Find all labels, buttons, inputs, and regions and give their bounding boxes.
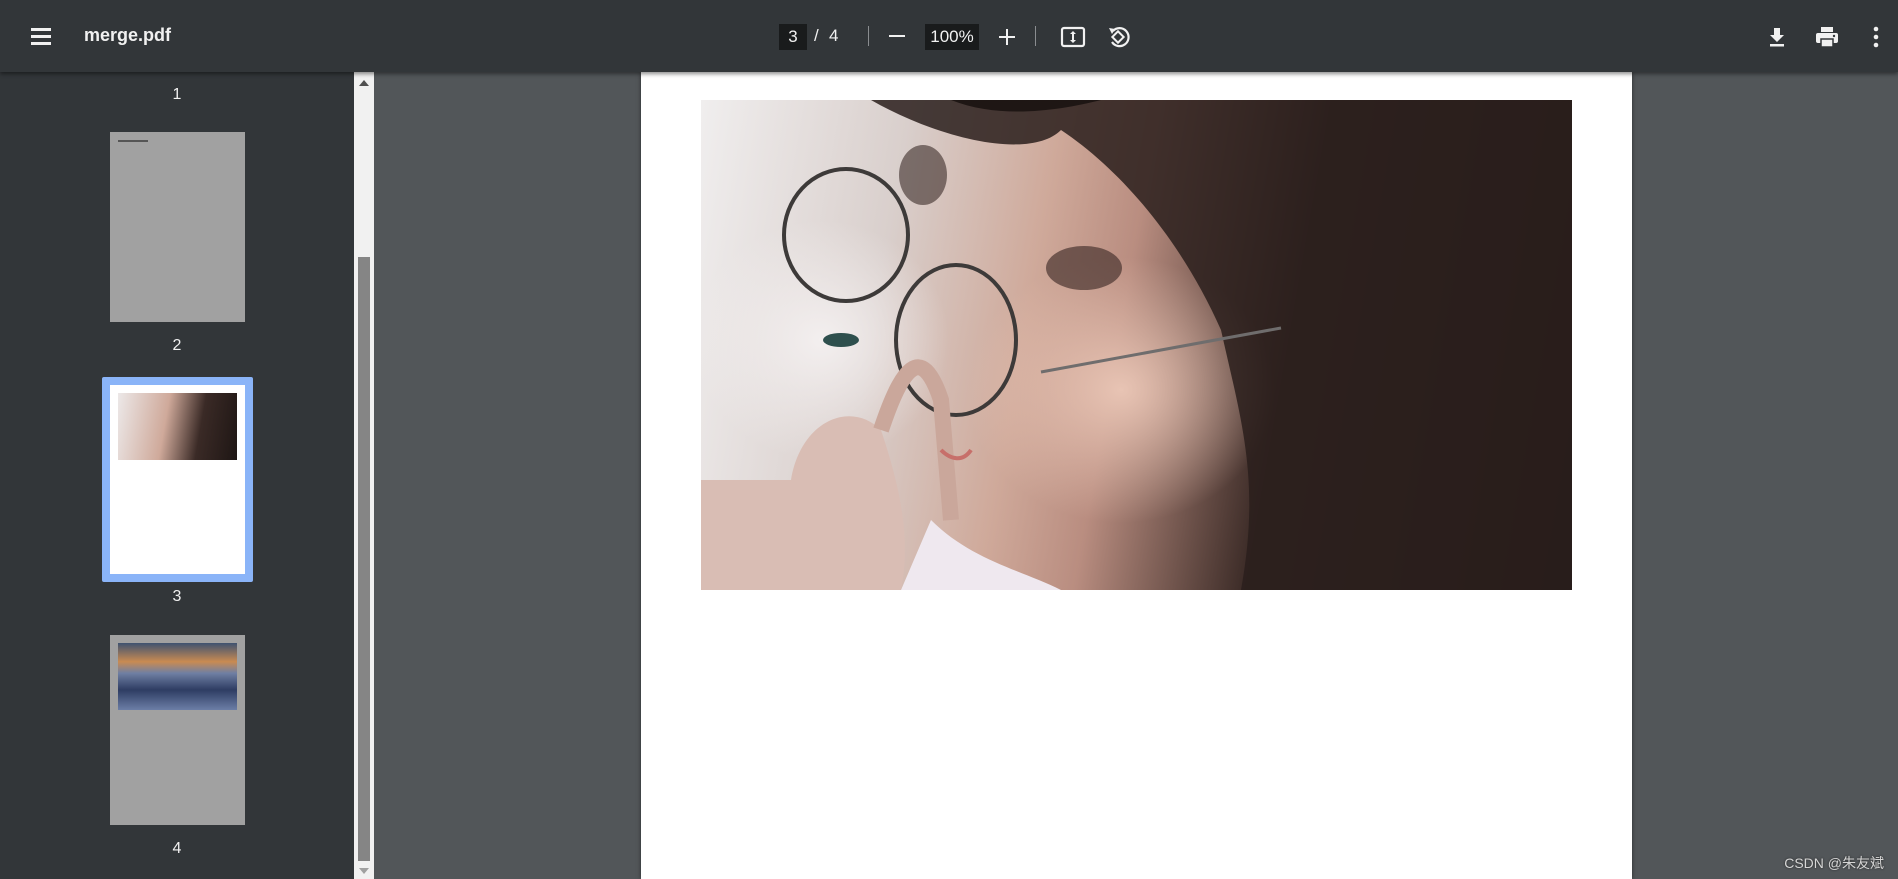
thumbnail-label-2: 2 <box>172 337 182 354</box>
print-icon[interactable] <box>1814 25 1840 49</box>
thumbnail-photo <box>118 643 237 710</box>
toolbar-divider <box>868 26 869 46</box>
fit-to-page-icon[interactable] <box>1060 25 1086 49</box>
zoom-in-button[interactable] <box>996 26 1018 48</box>
zoom-out-button[interactable] <box>886 23 908 49</box>
watermark: CSDN @朱友斌 <box>1784 855 1884 871</box>
thumbnail-label-1: 1 <box>172 86 182 103</box>
thumbnail-sidebar: 1 2 3 4 <box>0 72 354 879</box>
pdf-toolbar: merge.pdf 3 / 4 100% <box>0 0 1898 72</box>
scroll-up-arrow-icon[interactable] <box>359 80 369 86</box>
pdf-page <box>641 72 1632 879</box>
thumbnail-page-4[interactable] <box>110 635 245 825</box>
page-separator: / <box>814 26 819 45</box>
zoom-input[interactable]: 100% <box>925 24 979 50</box>
thumbnail-page-2[interactable] <box>110 132 245 322</box>
thumbnail-label-4: 4 <box>172 840 182 857</box>
thumbnail-selected-frame[interactable] <box>102 377 253 582</box>
download-icon[interactable] <box>1766 26 1788 48</box>
thumbnail-text-line <box>118 140 148 142</box>
total-pages: 4 <box>829 26 839 45</box>
more-vert-icon[interactable] <box>1870 24 1882 50</box>
sidebar-scrollbar[interactable] <box>354 72 374 879</box>
scrollbar-thumb[interactable] <box>358 257 370 861</box>
document-title: merge.pdf <box>84 25 172 45</box>
portrait-illustration <box>701 100 1572 590</box>
thumbnail-photo <box>118 393 237 460</box>
thumbnail-page-3[interactable] <box>110 385 245 574</box>
scroll-down-arrow-icon[interactable] <box>359 868 369 874</box>
current-page-input[interactable]: 3 <box>779 24 807 50</box>
thumbnail-label-3: 3 <box>172 588 182 605</box>
menu-icon[interactable] <box>28 24 54 48</box>
page-image <box>701 100 1572 590</box>
rotate-counterclockwise-icon[interactable] <box>1106 24 1132 50</box>
toolbar-divider <box>1035 26 1036 46</box>
